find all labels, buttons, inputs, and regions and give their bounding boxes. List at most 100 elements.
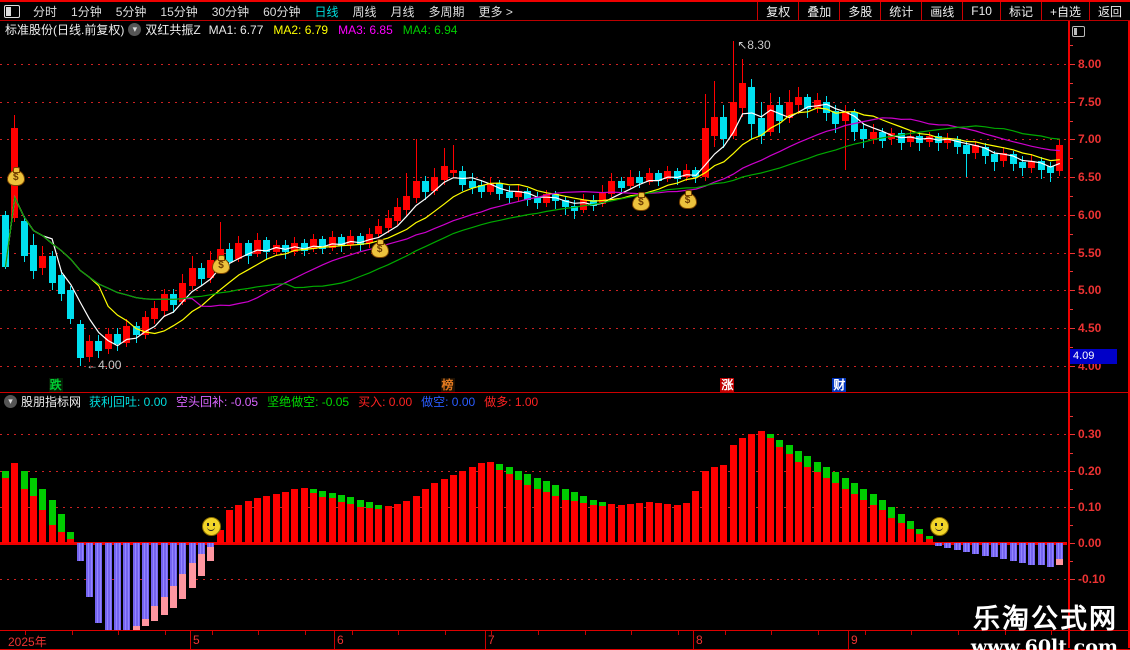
chevron-down-icon[interactable]: ▾ bbox=[128, 23, 142, 36]
price-tick-label: 6.00 bbox=[1078, 207, 1102, 222]
sub-minor-tick bbox=[1070, 452, 1073, 454]
date-axis[interactable]: 2025年 5 6 7 8 9 bbox=[0, 630, 1130, 650]
indicator-bar-cap bbox=[207, 546, 215, 562]
indicator-bar-positive bbox=[468, 466, 476, 543]
indicator-bar-positive bbox=[291, 489, 299, 543]
period-tab-8[interactable]: 月线 bbox=[384, 3, 422, 20]
indicator-bar-positive bbox=[655, 503, 663, 543]
toolbar-button-7[interactable]: +自选 bbox=[1040, 2, 1089, 20]
indicator-bar-cap bbox=[916, 528, 924, 534]
period-tab-6[interactable]: 日线 bbox=[307, 3, 345, 20]
candle-body bbox=[449, 169, 457, 173]
candle-body bbox=[953, 139, 961, 147]
ma-line-4 bbox=[4, 125, 1060, 301]
period-tab-5[interactable]: 60分钟 bbox=[256, 3, 307, 20]
candle-body bbox=[123, 326, 131, 343]
restore-window-icon[interactable] bbox=[1072, 26, 1085, 37]
sub-indicator-chart[interactable] bbox=[0, 411, 1067, 630]
period-tab-4[interactable]: 30分钟 bbox=[205, 3, 256, 20]
candle-body bbox=[160, 293, 168, 312]
candle-body bbox=[627, 177, 635, 187]
candle-wick bbox=[714, 81, 716, 147]
candle-body bbox=[944, 137, 952, 144]
window-icon[interactable] bbox=[4, 4, 20, 18]
indicator-bar-cap bbox=[860, 488, 868, 500]
indicator-bar-positive bbox=[645, 502, 653, 543]
price-axis[interactable]: 8.00 7.50 7.00 6.50 6.00 5.50 5.00 4.50 4.00 4.09… bbox=[1068, 21, 1130, 648]
last-price-marker: 4.09 bbox=[1070, 349, 1117, 364]
candle-body bbox=[281, 244, 289, 253]
event-badge: 涨 bbox=[720, 378, 735, 392]
sub-tick-label: 0.00 bbox=[1078, 536, 1102, 550]
indicator-bar-positive bbox=[739, 438, 747, 543]
toolbar-button-4[interactable]: 画线 bbox=[921, 2, 962, 20]
indicator-bar-positive bbox=[879, 510, 887, 543]
price-minor-tick bbox=[1070, 195, 1073, 197]
candle-body bbox=[197, 267, 205, 279]
indicator-bar-positive bbox=[337, 502, 345, 543]
toolbar-button-2[interactable]: 多股 bbox=[839, 2, 880, 20]
candle-body bbox=[599, 192, 607, 205]
candle-body bbox=[356, 235, 364, 245]
smiley-icon bbox=[929, 517, 949, 536]
toolbar-button-6[interactable]: 标记 bbox=[999, 2, 1041, 20]
candle-body bbox=[841, 112, 849, 122]
toolbar-button-1[interactable]: 叠加 bbox=[798, 2, 839, 20]
indicator-bar-negative bbox=[1018, 543, 1026, 563]
candle-body bbox=[711, 116, 719, 136]
indicator-bar-positive bbox=[263, 495, 271, 543]
chevron-down-icon[interactable]: ▾ bbox=[4, 395, 17, 408]
candle-body bbox=[132, 326, 140, 336]
price-tick bbox=[1070, 252, 1075, 254]
price-tick bbox=[1070, 214, 1075, 216]
sub-tick-label: 0.30 bbox=[1078, 427, 1102, 442]
toolbar-button-8[interactable]: 返回 bbox=[1088, 2, 1130, 20]
toolbar-button-5[interactable]: F10 bbox=[962, 2, 1000, 20]
indicator-bar-positive bbox=[393, 503, 401, 543]
indicator-bar-cap bbox=[365, 502, 373, 508]
indicator-bar-positive bbox=[683, 503, 691, 543]
indicator-bar-positive bbox=[692, 490, 700, 543]
indicator-bar-positive bbox=[375, 508, 383, 543]
main-candle-chart[interactable]: $ $ $ $ $ 跌 榜 涨 财 ←4.00 ↖8.30 bbox=[0, 38, 1067, 392]
period-tab-7[interactable]: 周线 bbox=[345, 3, 383, 20]
indicator-bar-cap bbox=[552, 485, 560, 496]
period-tab-3[interactable]: 15分钟 bbox=[153, 3, 204, 20]
indicator-bar-positive bbox=[48, 524, 56, 543]
indicator-bar-positive bbox=[403, 501, 411, 543]
ma-label-2: MA2: 6.79 bbox=[273, 22, 329, 37]
indicator-bar-negative bbox=[935, 543, 942, 546]
toolbar-button-3[interactable]: 统计 bbox=[880, 2, 921, 20]
indicator-bar-positive bbox=[636, 503, 644, 543]
sub-indicator-field-0: 获利回吐: 0.00 bbox=[89, 395, 168, 409]
period-tab-0[interactable]: 分时 bbox=[26, 3, 64, 20]
indicator-bar-positive bbox=[832, 483, 840, 543]
candle-body bbox=[319, 238, 327, 249]
candle-body bbox=[524, 190, 532, 200]
indicator-bar-positive bbox=[449, 474, 457, 543]
toolbar-button-0[interactable]: 复权 bbox=[757, 2, 798, 20]
period-tab-2[interactable]: 5分钟 bbox=[109, 3, 154, 20]
indicator-bar-cap bbox=[67, 532, 75, 540]
price-gridline bbox=[0, 101, 1067, 103]
candle-body bbox=[235, 243, 243, 259]
candle-body bbox=[776, 105, 784, 121]
candle-body bbox=[151, 308, 159, 319]
period-tab-1[interactable]: 1分钟 bbox=[64, 3, 109, 20]
indicator-bar-positive bbox=[487, 461, 495, 543]
candle-body bbox=[860, 128, 868, 140]
candle-body bbox=[785, 101, 793, 119]
date-tick bbox=[305, 631, 306, 635]
period-tab-10[interactable]: 更多 > bbox=[472, 3, 520, 20]
candle-body bbox=[1056, 145, 1064, 172]
candle-body bbox=[95, 341, 103, 351]
indicator-bar-cap bbox=[48, 499, 56, 525]
price-minor-tick bbox=[1070, 45, 1073, 47]
indicator-bar-positive bbox=[272, 494, 280, 543]
price-minor-tick bbox=[1070, 233, 1073, 235]
symbol-title: 标准股份(日线.前复权) bbox=[5, 23, 125, 37]
indicator-bar-cap bbox=[179, 573, 187, 600]
period-tab-9[interactable]: 多周期 bbox=[422, 3, 472, 20]
indicator-bar-cap bbox=[879, 499, 887, 511]
month-label: 6 bbox=[337, 633, 344, 647]
